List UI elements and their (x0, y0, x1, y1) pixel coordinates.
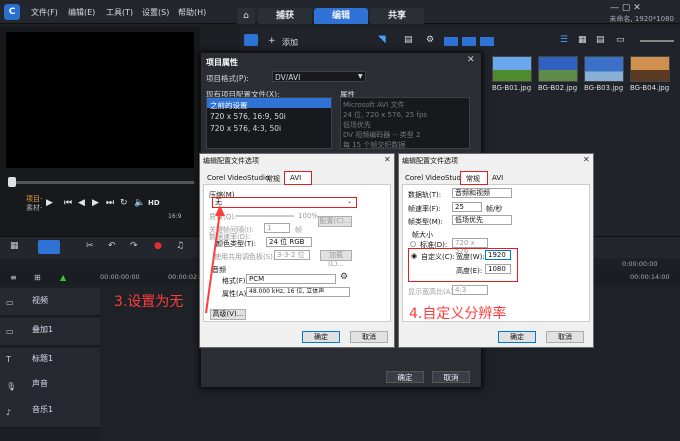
annotation-step4: 4.自定义分辨率 (409, 306, 507, 322)
annotation-arrow (205, 205, 225, 314)
annotation-step3: 3.设置为无 (114, 294, 184, 310)
